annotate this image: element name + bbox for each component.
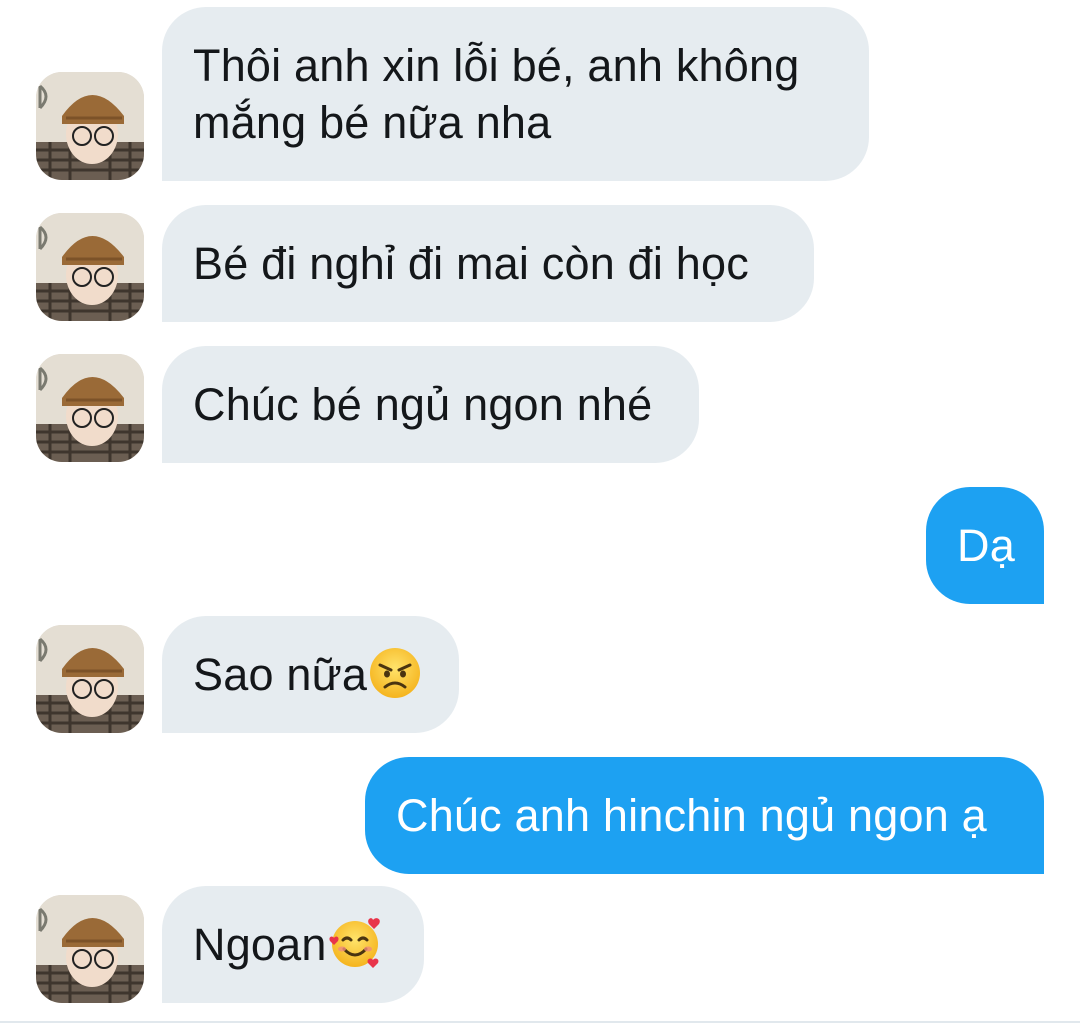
sender-avatar[interactable] xyxy=(36,72,144,180)
incoming-message-bubble[interactable]: Ngoan xyxy=(162,886,424,1003)
incoming-message-bubble[interactable]: Sao nữa xyxy=(162,616,459,733)
message-text: Dạ xyxy=(957,520,1015,571)
angry-face-icon xyxy=(368,646,422,700)
incoming-message-bubble[interactable]: Thôi anh xin lỗi bé, anh không mắng bé n… xyxy=(162,7,869,181)
outgoing-message-bubble[interactable]: Chúc anh hinchin ngủ ngon ạ xyxy=(365,757,1044,874)
outgoing-message-bubble[interactable]: Dạ xyxy=(926,487,1044,604)
sender-avatar[interactable] xyxy=(36,213,144,321)
sender-avatar[interactable] xyxy=(36,354,144,462)
sender-avatar[interactable] xyxy=(36,625,144,733)
incoming-message-bubble[interactable]: Chúc bé ngủ ngon nhé xyxy=(162,346,699,463)
message-text: Sao nữa xyxy=(193,649,368,700)
message-text: Chúc anh hinchin ngủ ngon ạ xyxy=(396,790,987,841)
conversation-thread: Thôi anh xin lỗi bé, anh không mắng bé n… xyxy=(0,0,1080,1023)
sender-avatar[interactable] xyxy=(36,895,144,1003)
message-text: Ngoan xyxy=(193,919,327,970)
incoming-message-bubble[interactable]: Bé đi nghỉ đi mai còn đi học xyxy=(162,205,814,322)
smiling-face-with-hearts-icon xyxy=(328,916,382,970)
message-text: Bé đi nghỉ đi mai còn đi học xyxy=(193,238,749,289)
message-text: Thôi anh xin lỗi bé, anh không mắng bé n… xyxy=(193,40,800,148)
message-text: Chúc bé ngủ ngon nhé xyxy=(193,379,653,430)
